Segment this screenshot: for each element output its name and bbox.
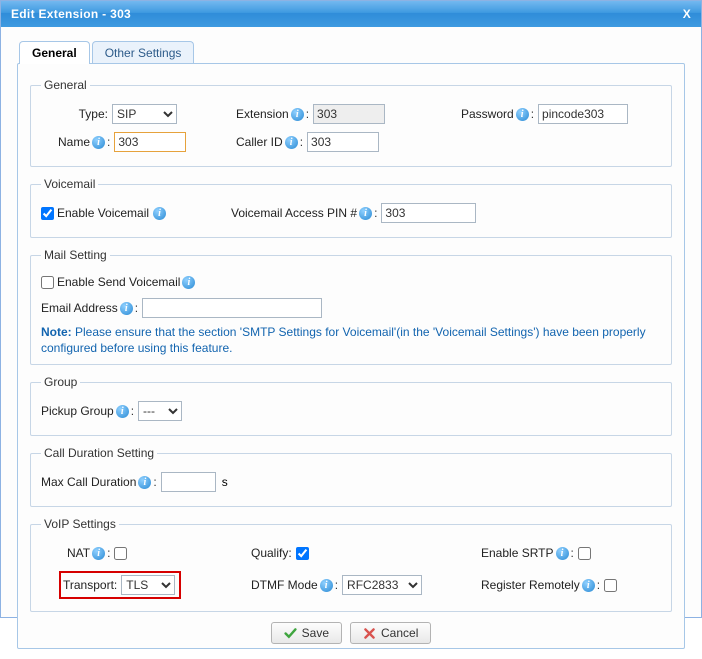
info-icon[interactable]: i <box>320 579 333 592</box>
info-icon[interactable]: i <box>359 207 372 220</box>
fieldset-voicemail: Voicemail Enable Voicemail i Voicemail A… <box>30 177 672 238</box>
info-icon[interactable]: i <box>556 547 569 560</box>
check-icon <box>284 627 297 640</box>
nat-checkbox[interactable] <box>114 547 127 560</box>
info-icon[interactable]: i <box>116 405 129 418</box>
name-field[interactable] <box>114 132 186 152</box>
legend-voicemail: Voicemail <box>41 177 98 191</box>
register-remotely-checkbox[interactable] <box>604 579 617 592</box>
mail-note: Note: Please ensure that the section 'SM… <box>41 324 661 356</box>
cancel-icon <box>363 627 376 640</box>
tab-other-settings[interactable]: Other Settings <box>92 41 195 64</box>
fieldset-group: Group Pickup Group i: --- <box>30 375 672 436</box>
fieldset-voip: VoIP Settings NAT i: Qualify: Enable SRT… <box>30 517 672 612</box>
enable-voicemail-checkbox[interactable] <box>41 207 54 220</box>
callerid-label: Caller ID <box>236 135 283 149</box>
register-remotely-label: Register Remotely <box>481 578 580 592</box>
max-call-duration-unit: s <box>222 475 228 489</box>
fieldset-general: General Type: SIP Extension i: Pass <box>30 78 672 167</box>
nat-label: NAT <box>67 546 90 560</box>
legend-general: General <box>41 78 90 92</box>
legend-call-duration: Call Duration Setting <box>41 446 157 460</box>
pickup-group-select[interactable]: --- <box>138 401 182 421</box>
callerid-field[interactable] <box>307 132 379 152</box>
body-area: General Other Settings General Type: SIP… <box>1 27 701 659</box>
transport-highlight: Transport: TLS <box>59 571 181 599</box>
max-call-duration-label: Max Call Duration <box>41 475 136 489</box>
transport-label: Transport: <box>63 578 117 592</box>
fieldset-call-duration: Call Duration Setting Max Call Duration … <box>30 446 672 507</box>
legend-voip: VoIP Settings <box>41 517 119 531</box>
save-button[interactable]: Save <box>271 622 342 644</box>
legend-group: Group <box>41 375 80 389</box>
titlebar: Edit Extension - 303 X <box>1 1 701 27</box>
info-icon[interactable]: i <box>138 476 151 489</box>
legend-mail: Mail Setting <box>41 248 110 262</box>
cancel-label: Cancel <box>381 626 418 640</box>
name-label: Name <box>41 135 90 149</box>
vm-pin-field[interactable] <box>381 203 476 223</box>
max-call-duration-field[interactable] <box>161 472 216 492</box>
info-icon[interactable]: i <box>182 276 195 289</box>
info-icon[interactable]: i <box>153 207 166 220</box>
cancel-button[interactable]: Cancel <box>350 622 431 644</box>
qualify-label: Qualify: <box>251 546 292 560</box>
close-icon[interactable]: X <box>683 1 691 27</box>
type-select[interactable]: SIP <box>112 104 177 124</box>
password-label: Password <box>461 107 514 121</box>
info-icon[interactable]: i <box>285 136 298 149</box>
enable-send-voicemail-label: Enable Send Voicemail <box>57 275 180 289</box>
qualify-checkbox[interactable] <box>296 547 309 560</box>
pickup-group-label: Pickup Group <box>41 404 114 418</box>
tab-strip: General Other Settings <box>19 41 685 64</box>
button-bar: Save Cancel <box>28 622 674 644</box>
transport-select[interactable]: TLS <box>121 575 175 595</box>
info-icon[interactable]: i <box>516 108 529 121</box>
type-label: Type: <box>41 107 108 121</box>
extension-label: Extension <box>236 107 289 121</box>
enable-send-voicemail-checkbox[interactable] <box>41 276 54 289</box>
enable-voicemail-label: Enable Voicemail <box>57 206 149 220</box>
srtp-label: Enable SRTP <box>481 546 554 560</box>
info-icon[interactable]: i <box>291 108 304 121</box>
info-icon[interactable]: i <box>582 579 595 592</box>
save-label: Save <box>302 626 329 640</box>
extension-field <box>313 104 385 124</box>
email-label: Email Address <box>41 301 118 315</box>
srtp-checkbox[interactable] <box>578 547 591 560</box>
dtmf-label: DTMF Mode <box>251 578 318 592</box>
info-icon[interactable]: i <box>92 136 105 149</box>
password-field[interactable] <box>538 104 628 124</box>
vm-pin-label: Voicemail Access PIN # <box>231 206 357 220</box>
note-text: Please ensure that the section 'SMTP Set… <box>41 325 646 355</box>
edit-extension-window: Edit Extension - 303 X General Other Set… <box>0 0 702 618</box>
tab-general[interactable]: General <box>19 41 90 64</box>
note-prefix: Note: <box>41 325 72 339</box>
tab-panel: General Type: SIP Extension i: Pass <box>17 63 685 649</box>
fieldset-mail: Mail Setting Enable Send Voicemail i Ema… <box>30 248 672 365</box>
dtmf-select[interactable]: RFC2833 <box>342 575 422 595</box>
info-icon[interactable]: i <box>92 547 105 560</box>
window-title: Edit Extension - 303 <box>11 1 131 27</box>
info-icon[interactable]: i <box>120 302 133 315</box>
email-field[interactable] <box>142 298 322 318</box>
